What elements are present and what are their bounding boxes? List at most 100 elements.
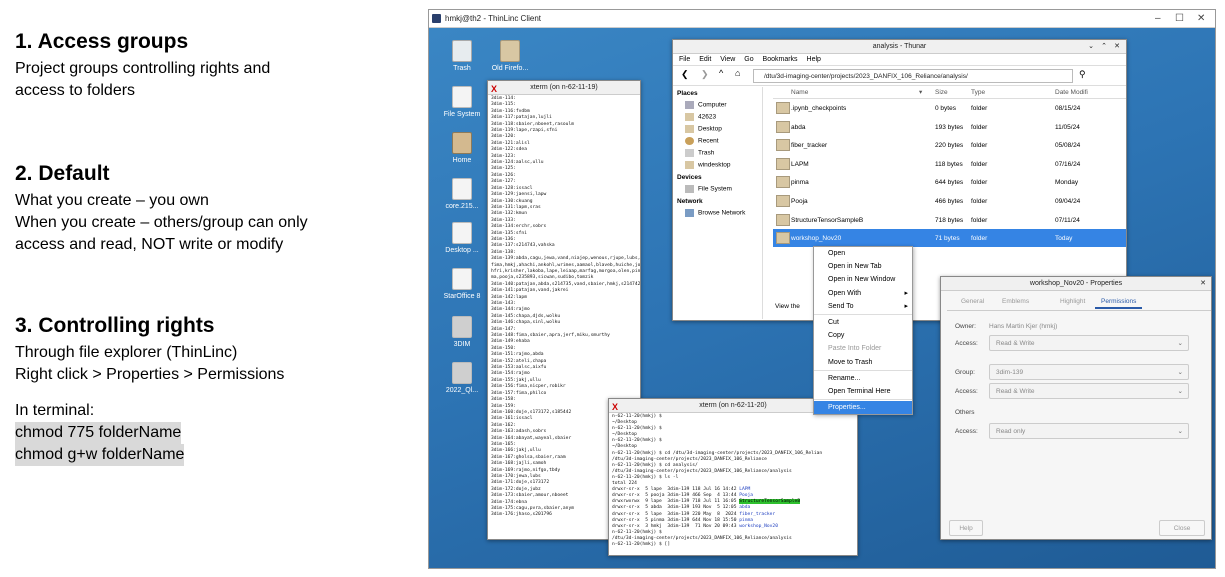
up-icon[interactable]: ^ bbox=[719, 68, 723, 78]
file-row[interactable]: pinma 644 bytes folder Monday bbox=[773, 173, 1126, 192]
folder-icon bbox=[685, 161, 694, 169]
column-date[interactable]: Date Modifi bbox=[1055, 89, 1088, 96]
file-row[interactable]: abda 193 bytes folder 11/05/24 bbox=[773, 118, 1126, 137]
thunar-titlebar[interactable]: analysis - Thunar ⌄ ⌃ ✕ bbox=[673, 40, 1126, 54]
context-item[interactable]: Open in New Window bbox=[814, 273, 912, 286]
context-item[interactable]: Move to Trash bbox=[814, 356, 912, 369]
group-access-select[interactable]: Read & Write ⌄ bbox=[989, 383, 1189, 399]
close-icon[interactable]: ✕ bbox=[1114, 40, 1120, 54]
context-item[interactable]: Send To ▸ bbox=[814, 300, 912, 313]
chevron-down-icon: ⌄ bbox=[1177, 428, 1183, 435]
context-item[interactable]: Copy bbox=[814, 329, 912, 342]
maximize-icon[interactable]: ⌃ bbox=[1101, 40, 1107, 54]
context-item[interactable]: Open Terminal Here bbox=[814, 385, 912, 398]
file-row[interactable]: LAPM 118 bytes folder 07/16/24 bbox=[773, 155, 1126, 174]
xterm-titlebar[interactable]: X xterm (on n-62-11-19) bbox=[488, 81, 640, 95]
desktop-icon-home[interactable]: Home bbox=[435, 132, 489, 164]
column-type[interactable]: Type bbox=[971, 89, 985, 96]
minimize-icon[interactable]: ⌄ bbox=[1088, 40, 1094, 54]
folder-icon bbox=[776, 213, 790, 226]
desktop-icon-trash[interactable]: Trash bbox=[435, 40, 489, 72]
sidebar-item-desktop[interactable]: Desktop bbox=[673, 123, 762, 135]
sidebar-item-browse-network[interactable]: Browse Network bbox=[673, 207, 762, 219]
menu-go[interactable]: Go bbox=[744, 56, 753, 63]
chevron-down-icon: ⌄ bbox=[1177, 388, 1183, 395]
file-row[interactable]: workshop_Nov20 71 bytes folder Today bbox=[773, 229, 1126, 248]
file-row[interactable]: .ipynb_checkpoints 0 bytes folder 08/15/24 bbox=[773, 99, 1126, 118]
properties-dialog[interactable]: workshop_Nov20 - Properties ✕ General Em… bbox=[940, 276, 1212, 540]
menu-bar: File Edit View Go Bookmarks Help bbox=[673, 54, 1126, 66]
tab-permissions[interactable]: Permissions bbox=[1095, 298, 1143, 309]
ls-name: workshop_Nov20 bbox=[739, 523, 778, 529]
search-icon[interactable]: ⚲ bbox=[1079, 69, 1086, 80]
owner-access-select[interactable]: Read & Write ⌄ bbox=[989, 335, 1189, 351]
close-icon[interactable]: ✕ bbox=[1197, 10, 1205, 28]
file-type: folder bbox=[971, 216, 988, 224]
tab-emblems[interactable]: Emblems bbox=[1002, 298, 1029, 305]
menu-help[interactable]: Help bbox=[807, 56, 821, 63]
forward-icon[interactable]: ❯ bbox=[701, 69, 709, 80]
sidebar-item-home[interactable]: 42623 bbox=[673, 111, 762, 123]
desktop-icon-file-system[interactable]: File System bbox=[435, 86, 489, 118]
sidebar-item-file-system[interactable]: File System bbox=[673, 183, 762, 195]
context-item[interactable]: Open With ▸ bbox=[814, 287, 912, 300]
menu-file[interactable]: File bbox=[679, 56, 690, 63]
tab-highlight[interactable]: Highlight bbox=[1060, 298, 1085, 305]
home-icon[interactable]: ⌂ bbox=[735, 68, 740, 78]
sidebar-item-trash[interactable]: Trash bbox=[673, 147, 762, 159]
desktop-icon-staroffice[interactable]: StarOffice 8 bbox=[435, 268, 489, 300]
back-icon[interactable]: ❮ bbox=[681, 69, 689, 80]
desktop-icon-desktop[interactable]: Desktop ... bbox=[435, 222, 489, 254]
menu-separator bbox=[814, 313, 912, 315]
close-icon[interactable]: ✕ bbox=[1200, 277, 1206, 291]
location-bar[interactable]: /dtu/3d-imaging-center/projects/2023_DAN… bbox=[753, 69, 1073, 83]
computer-icon bbox=[685, 101, 694, 109]
xterm-window-2[interactable]: X xterm (on n-62-11-20) n-62-11-20(hmkj)… bbox=[608, 398, 858, 556]
column-size[interactable]: Size bbox=[935, 89, 948, 96]
minimize-icon[interactable]: – bbox=[1155, 10, 1161, 28]
file-date: 07/16/24 bbox=[1055, 160, 1081, 168]
file-type: folder bbox=[971, 123, 988, 131]
maximize-icon[interactable]: ☐ bbox=[1175, 10, 1184, 28]
menu-edit[interactable]: Edit bbox=[699, 56, 711, 63]
drive-icon bbox=[452, 86, 472, 108]
owner-access-label: Access: bbox=[955, 340, 978, 347]
desktop-icon-old-firefox[interactable]: Old Firefo... bbox=[483, 40, 537, 72]
file-type: folder bbox=[971, 160, 988, 168]
desktop-icon bbox=[685, 125, 694, 133]
menu-view[interactable]: View bbox=[720, 56, 735, 63]
thunar-title: analysis - Thunar bbox=[872, 43, 927, 50]
context-item[interactable]: Open bbox=[814, 247, 912, 260]
context-item[interactable]: Paste Into Folder bbox=[814, 342, 912, 355]
tab-general[interactable]: General bbox=[961, 298, 984, 305]
file-name: fiber_tracker bbox=[791, 142, 828, 150]
client-titlebar: hmkj@th2 - ThinLinc Client – ☐ ✕ bbox=[429, 10, 1215, 28]
others-access-select[interactable]: Read only ⌄ bbox=[989, 423, 1189, 439]
file-row[interactable]: fiber_tracker 220 bytes folder 05/08/24 bbox=[773, 136, 1126, 155]
help-button[interactable]: Help bbox=[949, 520, 983, 536]
sidebar-header: Places bbox=[677, 90, 698, 97]
desktop-icon-2022[interactable]: 2022_Ql... bbox=[435, 362, 489, 394]
terminal-line: n-62-11-20(hmkj) $ [] bbox=[612, 541, 671, 547]
sidebar-item-windesktop[interactable]: windesktop bbox=[673, 159, 762, 171]
properties-tabs: General Emblems Highlight Permissions bbox=[947, 295, 1211, 311]
file-row[interactable]: StructureTensorSampleB 718 bytes folder 07/… bbox=[773, 211, 1126, 230]
xterm-title: xterm (on n-62-11-19) bbox=[530, 84, 598, 91]
properties-titlebar[interactable]: workshop_Nov20 - Properties ✕ bbox=[941, 277, 1211, 291]
context-item[interactable]: Open in New Tab bbox=[814, 260, 912, 273]
ls-name: StructureTensorSampleB bbox=[739, 499, 801, 505]
ls-perms: drwxr-sr-x 5 pooja 3dim-139 466 Sep 4 13… bbox=[612, 493, 740, 499]
group-select[interactable]: 3dim-139 ⌄ bbox=[989, 364, 1189, 380]
file-row[interactable]: Pooja 466 bytes folder 09/04/24 bbox=[773, 192, 1126, 211]
xterm-output[interactable]: n-62-11-20(hmkj) $ ~/Desktop n-62-11-20(hm… bbox=[609, 413, 857, 549]
desktop-icon-core[interactable]: core.215... bbox=[435, 178, 489, 210]
sidebar-item-computer[interactable]: Computer bbox=[673, 99, 762, 111]
context-item[interactable]: Rename... bbox=[814, 372, 912, 385]
desktop-icon-3dim[interactable]: 3DIM bbox=[435, 316, 489, 348]
context-item[interactable]: Cut bbox=[814, 316, 912, 329]
sidebar-item-recent[interactable]: Recent bbox=[673, 135, 762, 147]
menu-bookmarks[interactable]: Bookmarks bbox=[763, 56, 798, 63]
column-name[interactable]: Name bbox=[791, 89, 808, 96]
close-button[interactable]: Close bbox=[1159, 520, 1205, 536]
context-item[interactable]: Properties... bbox=[814, 401, 912, 415]
